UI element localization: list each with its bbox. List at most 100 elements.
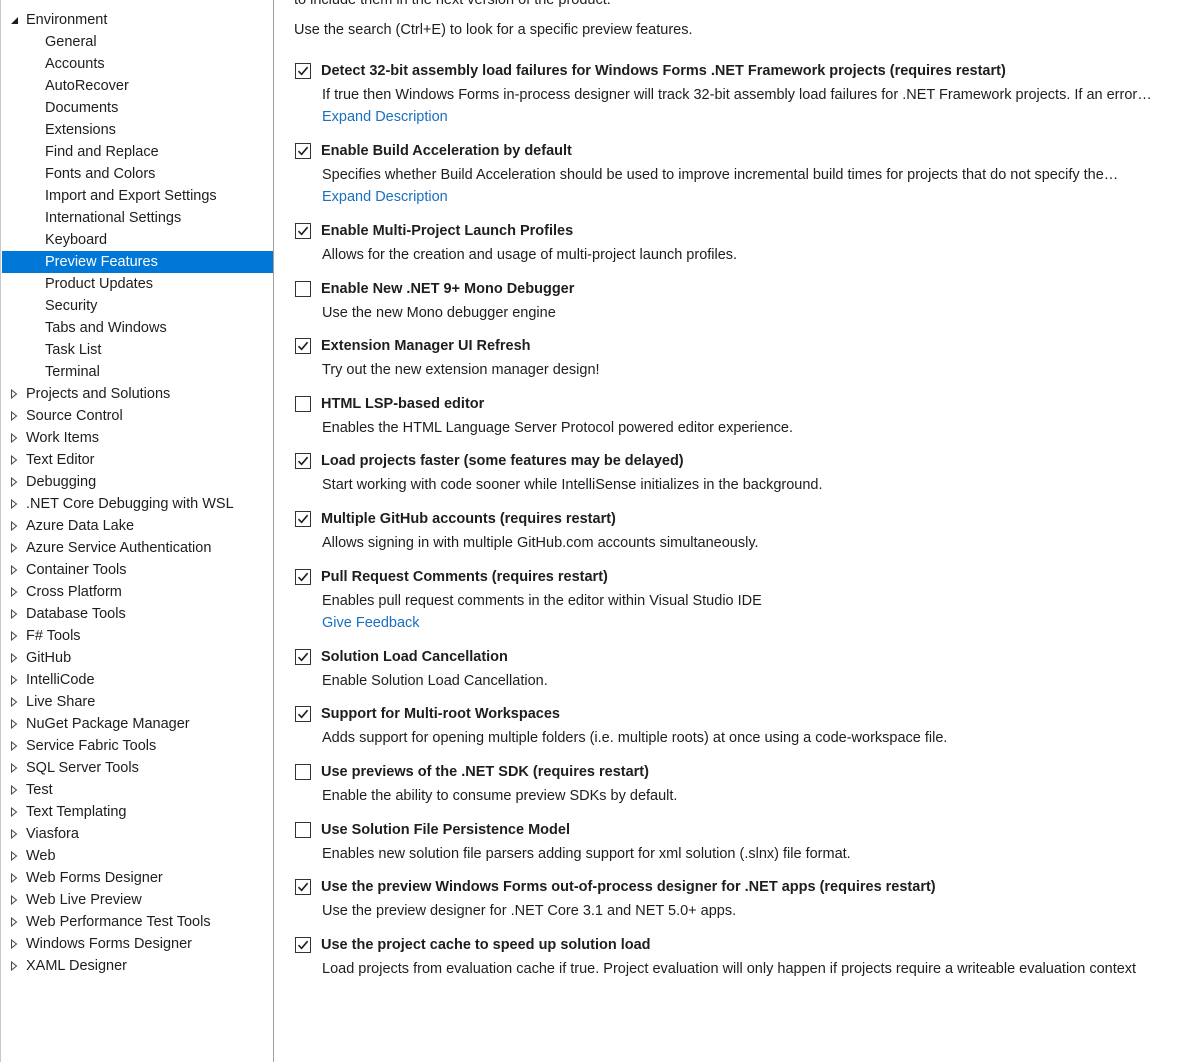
collapsed-arrow-icon[interactable]: [8, 427, 20, 449]
feature-checkbox[interactable]: [295, 453, 311, 469]
tree-item-windows-forms-designer[interactable]: Windows Forms Designer: [2, 933, 273, 955]
tree-item-intellicode[interactable]: IntelliCode: [2, 669, 273, 691]
tree-item-web[interactable]: Web: [2, 845, 273, 867]
tree-item-database-tools[interactable]: Database Tools: [2, 603, 273, 625]
feature-checkbox[interactable]: [295, 511, 311, 527]
tree-item-work-items[interactable]: Work Items: [2, 427, 273, 449]
tree-item-terminal[interactable]: Terminal: [2, 361, 273, 383]
tree-item-find-and-replace[interactable]: Find and Replace: [2, 141, 273, 163]
tree-item-web-performance-test-tools[interactable]: Web Performance Test Tools: [2, 911, 273, 933]
tree-item-autorecover[interactable]: AutoRecover: [2, 75, 273, 97]
feature-checkbox[interactable]: [295, 338, 311, 354]
tree-item-xaml-designer[interactable]: XAML Designer: [2, 955, 273, 977]
tree-item-keyboard[interactable]: Keyboard: [2, 229, 273, 251]
collapsed-arrow-icon[interactable]: [8, 383, 20, 405]
feature-checkbox[interactable]: [295, 396, 311, 412]
tree-item-accounts[interactable]: Accounts: [2, 53, 273, 75]
collapsed-arrow-icon[interactable]: [8, 713, 20, 735]
tree-item-source-control[interactable]: Source Control: [2, 405, 273, 427]
tree-item-net-core-debugging-with-wsl[interactable]: .NET Core Debugging with WSL: [2, 493, 273, 515]
collapsed-arrow-icon[interactable]: [8, 471, 20, 493]
feature-title[interactable]: Support for Multi-root Workspaces: [321, 704, 560, 724]
tree-item-preview-features[interactable]: Preview Features: [2, 251, 273, 273]
feature-checkbox[interactable]: [295, 764, 311, 780]
tree-item-cross-platform[interactable]: Cross Platform: [2, 581, 273, 603]
collapsed-arrow-icon[interactable]: [8, 449, 20, 471]
collapsed-arrow-icon[interactable]: [8, 889, 20, 911]
tree-item-nuget-package-manager[interactable]: NuGet Package Manager: [2, 713, 273, 735]
tree-item-task-list[interactable]: Task List: [2, 339, 273, 361]
tree-item-web-forms-designer[interactable]: Web Forms Designer: [2, 867, 273, 889]
tree-item-international-settings[interactable]: International Settings: [2, 207, 273, 229]
tree-item-fonts-and-colors[interactable]: Fonts and Colors: [2, 163, 273, 185]
tree-item-debugging[interactable]: Debugging: [2, 471, 273, 493]
collapsed-arrow-icon[interactable]: [8, 757, 20, 779]
feature-title[interactable]: Solution Load Cancellation: [321, 647, 508, 667]
tree-item-security[interactable]: Security: [2, 295, 273, 317]
feature-title[interactable]: Use Solution File Persistence Model: [321, 820, 570, 840]
feature-checkbox[interactable]: [295, 822, 311, 838]
collapsed-arrow-icon[interactable]: [8, 603, 20, 625]
feature-title[interactable]: Pull Request Comments (requires restart): [321, 567, 608, 587]
tree-item-sql-server-tools[interactable]: SQL Server Tools: [2, 757, 273, 779]
tree-item-viasfora[interactable]: Viasfora: [2, 823, 273, 845]
feature-checkbox[interactable]: [295, 937, 311, 953]
feature-checkbox[interactable]: [295, 223, 311, 239]
feature-title[interactable]: Enable Multi-Project Launch Profiles: [321, 221, 573, 241]
expand-description-link[interactable]: Expand Description: [322, 107, 448, 127]
expand-description-link[interactable]: Expand Description: [322, 187, 448, 207]
feature-checkbox[interactable]: [295, 706, 311, 722]
tree-item-general[interactable]: General: [2, 31, 273, 53]
tree-item-container-tools[interactable]: Container Tools: [2, 559, 273, 581]
give-feedback-link[interactable]: Give Feedback: [322, 613, 420, 633]
collapsed-arrow-icon[interactable]: [8, 669, 20, 691]
collapsed-arrow-icon[interactable]: [8, 801, 20, 823]
collapsed-arrow-icon[interactable]: [8, 911, 20, 933]
tree-item-web-live-preview[interactable]: Web Live Preview: [2, 889, 273, 911]
collapsed-arrow-icon[interactable]: [8, 735, 20, 757]
tree-item-projects-and-solutions[interactable]: Projects and Solutions: [2, 383, 273, 405]
options-tree[interactable]: Environment General Accounts AutoRecover Doc…: [0, 0, 274, 1062]
collapsed-arrow-icon[interactable]: [8, 955, 20, 977]
feature-checkbox[interactable]: [295, 281, 311, 297]
expanded-arrow-icon[interactable]: [8, 9, 20, 31]
collapsed-arrow-icon[interactable]: [8, 559, 20, 581]
collapsed-arrow-icon[interactable]: [8, 691, 20, 713]
feature-title[interactable]: Multiple GitHub accounts (requires resta…: [321, 509, 616, 529]
feature-title[interactable]: HTML LSP-based editor: [321, 394, 484, 414]
feature-checkbox[interactable]: [295, 63, 311, 79]
tree-item-service-fabric-tools[interactable]: Service Fabric Tools: [2, 735, 273, 757]
collapsed-arrow-icon[interactable]: [8, 823, 20, 845]
collapsed-arrow-icon[interactable]: [8, 537, 20, 559]
tree-item-import-and-export-settings[interactable]: Import and Export Settings: [2, 185, 273, 207]
feature-title[interactable]: Extension Manager UI Refresh: [321, 336, 531, 356]
collapsed-arrow-icon[interactable]: [8, 493, 20, 515]
collapsed-arrow-icon[interactable]: [8, 515, 20, 537]
feature-title[interactable]: Use previews of the .NET SDK (requires r…: [321, 762, 649, 782]
collapsed-arrow-icon[interactable]: [8, 405, 20, 427]
feature-checkbox[interactable]: [295, 143, 311, 159]
tree-item-github[interactable]: GitHub: [2, 647, 273, 669]
feature-checkbox[interactable]: [295, 569, 311, 585]
tree-item-product-updates[interactable]: Product Updates: [2, 273, 273, 295]
tree-item-f-tools[interactable]: F# Tools: [2, 625, 273, 647]
feature-title[interactable]: Load projects faster (some features may …: [321, 451, 684, 471]
tree-item-tabs-and-windows[interactable]: Tabs and Windows: [2, 317, 273, 339]
tree-item-live-share[interactable]: Live Share: [2, 691, 273, 713]
tree-item-azure-data-lake[interactable]: Azure Data Lake: [2, 515, 273, 537]
feature-title[interactable]: Use the preview Windows Forms out-of-pro…: [321, 877, 936, 897]
tree-item-text-editor[interactable]: Text Editor: [2, 449, 273, 471]
tree-item-text-templating[interactable]: Text Templating: [2, 801, 273, 823]
tree-item-azure-service-authentication[interactable]: Azure Service Authentication: [2, 537, 273, 559]
feature-title[interactable]: Detect 32-bit assembly load failures for…: [321, 61, 1006, 81]
feature-title[interactable]: Enable Build Acceleration by default: [321, 141, 572, 161]
feature-checkbox[interactable]: [295, 649, 311, 665]
collapsed-arrow-icon[interactable]: [8, 779, 20, 801]
collapsed-arrow-icon[interactable]: [8, 625, 20, 647]
collapsed-arrow-icon[interactable]: [8, 581, 20, 603]
collapsed-arrow-icon[interactable]: [8, 933, 20, 955]
tree-item-test[interactable]: Test: [2, 779, 273, 801]
tree-item-extensions[interactable]: Extensions: [2, 119, 273, 141]
collapsed-arrow-icon[interactable]: [8, 647, 20, 669]
feature-title[interactable]: Use the project cache to speed up soluti…: [321, 935, 651, 955]
